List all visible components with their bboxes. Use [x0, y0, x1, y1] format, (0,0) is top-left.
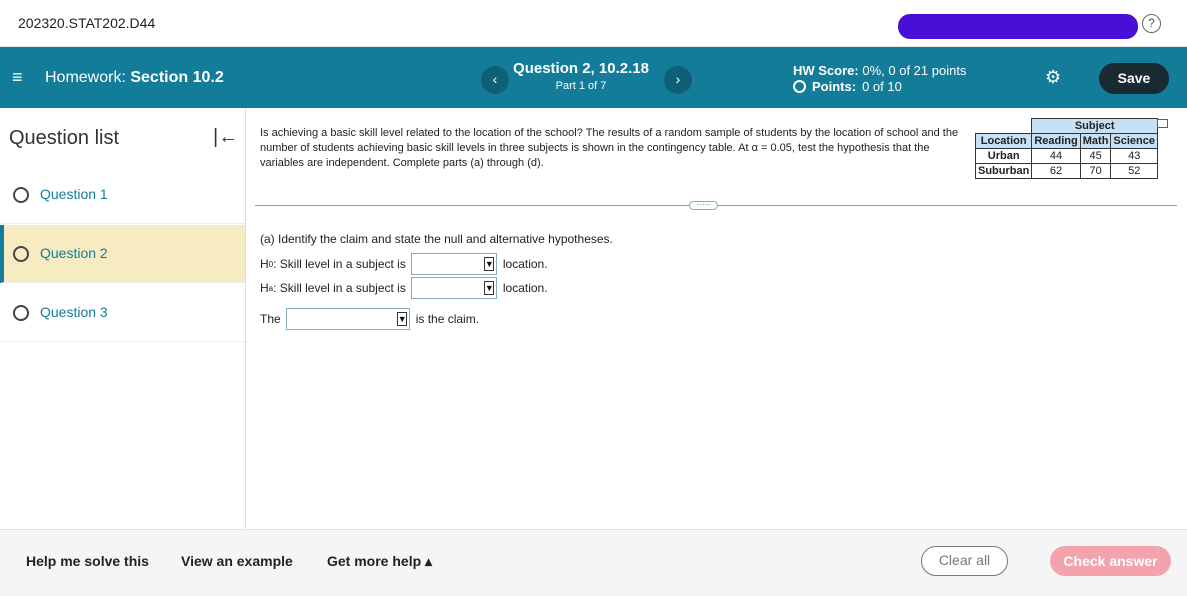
collapse-sidebar-icon[interactable]: |← — [213, 126, 238, 149]
contingency-table: Subject Location Reading Math Science Ur… — [974, 118, 1159, 179]
the-text: The — [260, 312, 281, 326]
footer-bar: Help me solve this View an example Get m… — [0, 529, 1187, 596]
hw-score: HW Score: 0%, 0 of 21 points — [793, 63, 966, 78]
save-button[interactable]: Save — [1099, 63, 1169, 94]
top-bar: 202320.STAT202.D44 ? — [0, 0, 1187, 47]
claim-row: The ▼ is the claim. — [260, 308, 479, 330]
question-list-label: Question 1 — [40, 186, 108, 202]
copy-table-icon[interactable] — [1157, 119, 1168, 128]
question-panel: Is achieving a basic skill level related… — [246, 108, 1187, 529]
points-circle-icon — [793, 80, 806, 93]
ha-location-text: location. — [502, 281, 548, 295]
status-circle-icon — [13, 246, 29, 262]
question-list-label: Question 3 — [40, 304, 108, 320]
question-list-item-1[interactable]: Question 1 — [0, 166, 245, 224]
expand-dots-button[interactable]: ····· — [689, 201, 718, 210]
homework-section: Section 10.2 — [130, 69, 224, 86]
course-title: 202320.STAT202.D44 — [18, 15, 156, 31]
column-header: Reading — [1031, 133, 1081, 149]
dropdown-arrow-icon: ▼ — [483, 281, 494, 295]
question-list-sidebar: Question list |← Question 1 Question 2 Q… — [0, 108, 246, 529]
h0-dropdown[interactable]: ▼ — [410, 253, 497, 275]
points: Points: 0 of 10 — [793, 79, 902, 94]
table-row: Suburban 62 70 52 — [974, 163, 1159, 179]
null-hypothesis-row: H0 : Skill level in a subject is ▼ locat… — [260, 253, 548, 275]
question-list-title: Question list — [9, 127, 120, 149]
clear-all-button[interactable]: Clear all — [921, 546, 1008, 576]
h0-symbol: H — [260, 257, 269, 271]
question-text: Is achieving a basic skill level related… — [260, 127, 959, 169]
dropdown-arrow-icon: ▼ — [396, 312, 407, 326]
alternative-hypothesis-row: Ha : Skill level in a subject is ▼ locat… — [260, 277, 548, 299]
question-list-item-2[interactable]: Question 2 — [0, 225, 245, 283]
row-label: Suburban — [974, 163, 1033, 179]
gear-icon[interactable]: ⚙ — [1045, 67, 1061, 88]
question-title: Question 2, 10.2.18 — [513, 60, 649, 77]
get-more-help-link[interactable]: Get more help ▴ — [327, 553, 432, 570]
ha-symbol: H — [260, 281, 269, 295]
ha-dropdown[interactable]: ▼ — [410, 277, 497, 299]
column-header: Science — [1110, 133, 1159, 149]
question-list-item-3[interactable]: Question 3 — [0, 284, 245, 342]
question-list-label: Question 2 — [40, 245, 108, 261]
status-circle-icon — [13, 187, 29, 203]
dropdown-arrow-icon: ▼ — [483, 257, 494, 271]
location-header: Location — [974, 133, 1033, 149]
homework-title: Homework: Section 10.2 — [45, 69, 224, 87]
homework-prefix: Homework: — [45, 69, 126, 86]
points-value: 0 of 10 — [862, 79, 902, 94]
redacted-user-name — [898, 14, 1138, 39]
hw-score-label: HW Score: — [793, 63, 859, 78]
next-question-button[interactable]: › — [664, 66, 692, 94]
column-header: Math — [1079, 133, 1112, 149]
row-label: Urban — [974, 148, 1033, 164]
table-cell: 45 — [1079, 148, 1112, 164]
help-icon[interactable]: ? — [1142, 14, 1161, 33]
previous-question-button[interactable]: ‹ — [481, 66, 509, 94]
h0-text: : Skill level in a subject is — [273, 257, 406, 271]
claim-text: is the claim. — [415, 312, 480, 326]
h0-location-text: location. — [502, 257, 548, 271]
table-cell: 43 — [1110, 148, 1159, 164]
view-example-link[interactable]: View an example — [181, 553, 293, 569]
homework-bar: ≡ Homework: Section 10.2 ‹ Question 2, 1… — [0, 47, 1187, 108]
claim-dropdown[interactable]: ▼ — [285, 308, 410, 330]
question-part: Part 1 of 7 — [555, 80, 607, 92]
ha-text: : Skill level in a subject is — [273, 281, 406, 295]
menu-icon[interactable]: ≡ — [12, 68, 23, 86]
check-answer-button[interactable]: Check answer — [1050, 546, 1171, 576]
points-label: Points: — [812, 79, 857, 94]
hw-score-value: 0%, 0 of 21 points — [862, 63, 967, 78]
table-row: Urban 44 45 43 — [974, 148, 1159, 164]
status-circle-icon — [13, 305, 29, 321]
help-me-solve-link[interactable]: Help me solve this — [26, 553, 149, 569]
table-cell: 62 — [1031, 163, 1081, 179]
part-a-instructions: (a) Identify the claim and state the nul… — [260, 232, 613, 246]
table-cell: 52 — [1110, 163, 1159, 179]
subject-header: Subject — [1031, 118, 1159, 134]
table-cell: 70 — [1079, 163, 1112, 179]
table-cell: 44 — [1031, 148, 1081, 164]
